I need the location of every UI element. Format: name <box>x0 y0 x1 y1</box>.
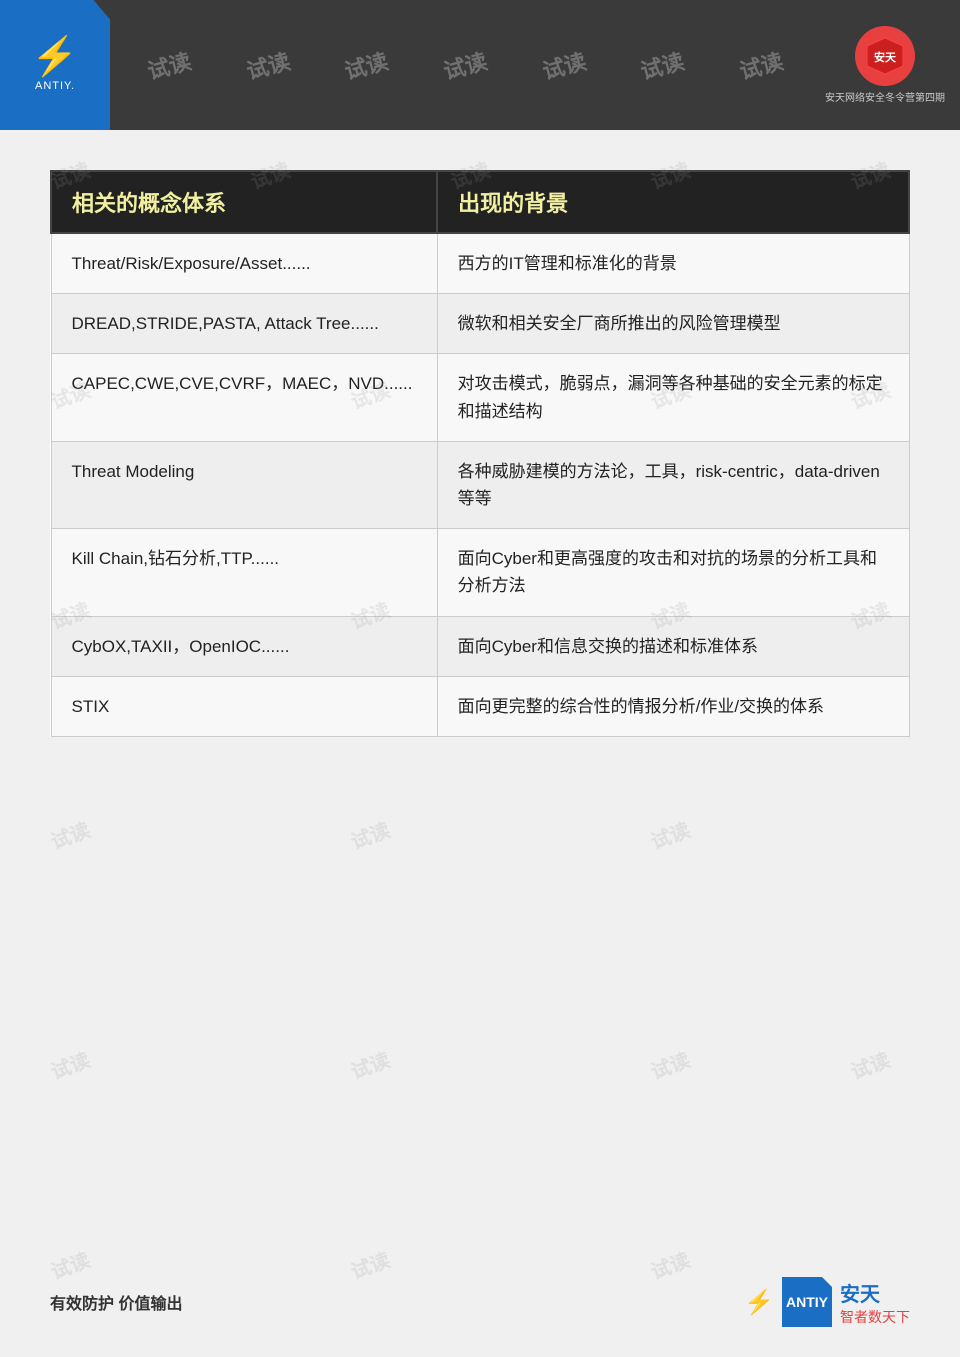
watermark-text: 试读 <box>46 814 94 855</box>
table-cell-col2: 面向更完整的综合性的情报分析/作业/交换的体系 <box>437 676 909 736</box>
table-cell-col2: 对攻击模式，脆弱点，漏洞等各种基础的安全元素的标定和描述结构 <box>437 354 909 441</box>
header-wm-4: 试读 <box>440 44 491 86</box>
table-cell-col1: Threat/Risk/Exposure/Asset...... <box>51 233 437 294</box>
main-content: 相关的概念体系 出现的背景 Threat/Risk/Exposure/Asset… <box>0 130 960 767</box>
header-wm-7: 试读 <box>735 44 786 86</box>
footer-brand-text: 安天 智者数天下 <box>840 1278 910 1327</box>
header-watermark-strip: 试读 试读 试读 试读 试读 试读 试读 <box>110 0 820 130</box>
table-row: Threat Modeling各种威胁建模的方法论，工具，risk-centri… <box>51 441 909 528</box>
svg-text:安天: 安天 <box>874 50 897 64</box>
main-table: 相关的概念体系 出现的背景 Threat/Risk/Exposure/Asset… <box>50 170 910 737</box>
table-cell-col2: 各种威胁建模的方法论，工具，risk-centric，data-driven等等 <box>437 441 909 528</box>
table-row: CybOX,TAXII，OpenIOC......面向Cyber和信息交换的描述… <box>51 616 909 676</box>
watermark-text: 试读 <box>646 1044 694 1085</box>
footer-logo-icon: ANTIY <box>782 1277 832 1327</box>
table-row: Threat/Risk/Exposure/Asset......西方的IT管理和… <box>51 233 909 294</box>
logo-text: ANTIY. <box>35 80 75 92</box>
footer-tagline: 有效防护 价值输出 <box>50 1290 182 1314</box>
watermark-text: 试读 <box>46 1044 94 1085</box>
header-wm-1: 试读 <box>144 44 195 86</box>
lightning-icon: ⚡ <box>744 1288 774 1317</box>
table-cell-col1: DREAD,STRIDE,PASTA, Attack Tree...... <box>51 294 437 354</box>
watermark-text: 试读 <box>846 1044 894 1085</box>
watermark-text: 试读 <box>346 814 394 855</box>
watermark-text: 试读 <box>646 814 694 855</box>
watermark-text: 试读 <box>346 1044 394 1085</box>
table-row: Kill Chain,钻石分析,TTP......面向Cyber和更高强度的攻击… <box>51 529 909 616</box>
header-wm-2: 试读 <box>242 44 293 86</box>
logo-box: ⚡ ANTIY. <box>0 0 110 130</box>
brand-subtitle: 安天网络安全冬令营第四期 <box>825 89 945 104</box>
table-row: DREAD,STRIDE,PASTA, Attack Tree......微软和… <box>51 294 909 354</box>
table-cell-col2: 面向Cyber和更高强度的攻击和对抗的场景的分析工具和分析方法 <box>437 529 909 616</box>
logo-icon: ⚡ <box>31 38 78 76</box>
table-header-col1: 相关的概念体系 <box>51 171 437 233</box>
table-row: STIX面向更完整的综合性的情报分析/作业/交换的体系 <box>51 676 909 736</box>
footer: 有效防护 价值输出 ⚡ ANTIY 安天 智者数天下 <box>0 1267 960 1337</box>
brand-icon: 安天 <box>855 26 915 86</box>
table-cell-col2: 面向Cyber和信息交换的描述和标准体系 <box>437 616 909 676</box>
table-cell-col1: CybOX,TAXII，OpenIOC...... <box>51 616 437 676</box>
table-cell-col1: Kill Chain,钻石分析,TTP...... <box>51 529 437 616</box>
header: ⚡ ANTIY. 试读 试读 试读 试读 试读 试读 试读 安天 安天网络安全冬… <box>0 0 960 130</box>
header-wm-3: 试读 <box>341 44 392 86</box>
header-wm-5: 试读 <box>538 44 589 86</box>
footer-brand-main: 安天 <box>840 1278 910 1307</box>
header-brand-right: 安天 安天网络安全冬令营第四期 <box>820 15 950 115</box>
table-cell-col2: 微软和相关安全厂商所推出的风险管理模型 <box>437 294 909 354</box>
header-wm-6: 试读 <box>637 44 688 86</box>
footer-brand-sub: 智者数天下 <box>840 1307 910 1327</box>
table-row: CAPEC,CWE,CVE,CVRF，MAEC，NVD......对攻击模式，脆… <box>51 354 909 441</box>
table-cell-col2: 西方的IT管理和标准化的背景 <box>437 233 909 294</box>
table-header-col2: 出现的背景 <box>437 171 909 233</box>
table-cell-col1: STIX <box>51 676 437 736</box>
table-cell-col1: CAPEC,CWE,CVE,CVRF，MAEC，NVD...... <box>51 354 437 441</box>
footer-brand: ⚡ ANTIY 安天 智者数天下 <box>744 1277 910 1327</box>
table-cell-col1: Threat Modeling <box>51 441 437 528</box>
